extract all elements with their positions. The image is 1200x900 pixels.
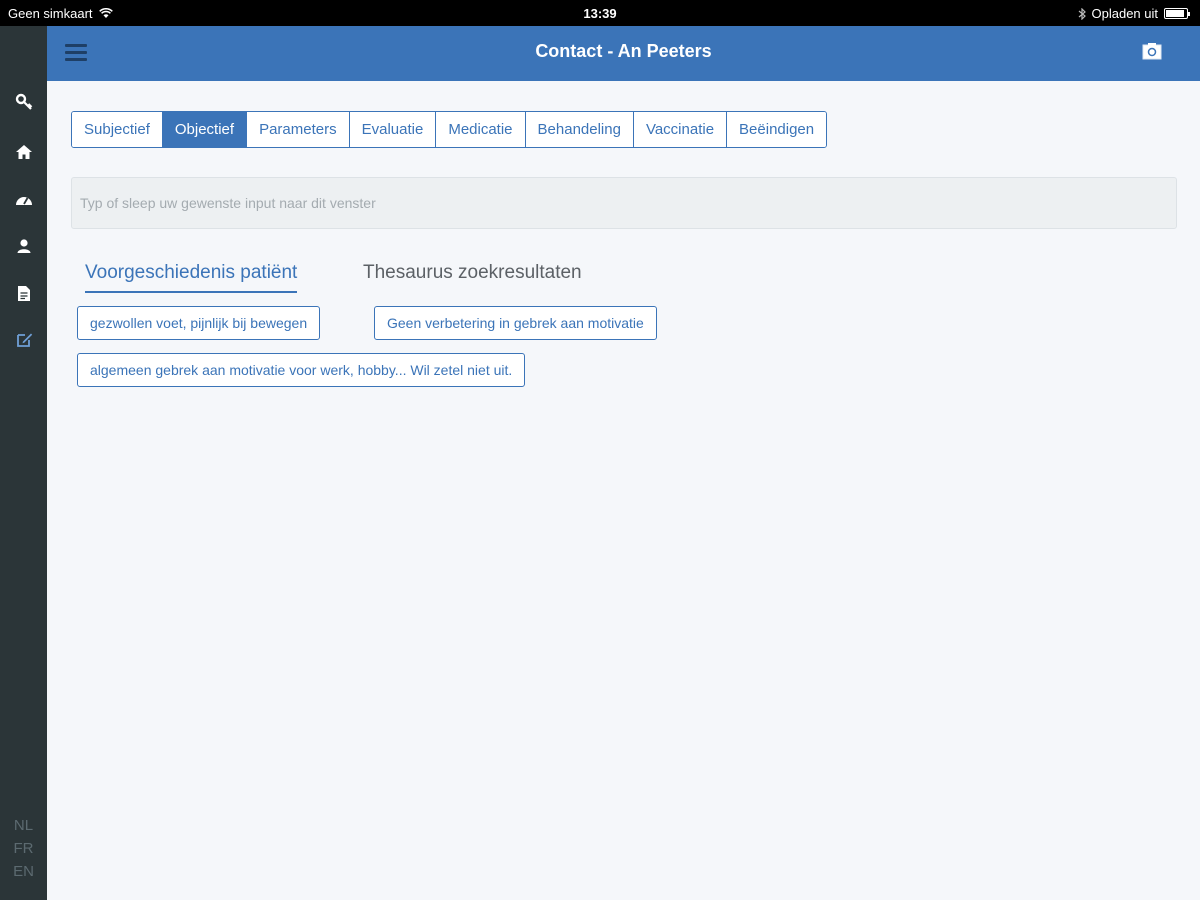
status-right: Opladen uit: [1078, 6, 1190, 21]
lang-fr[interactable]: FR: [0, 840, 47, 857]
tab-objectief[interactable]: Objectief: [162, 112, 248, 147]
status-time: 13:39: [583, 6, 617, 21]
sidebar: NL FR EN: [0, 26, 47, 900]
edit-icon[interactable]: [14, 329, 34, 349]
history-chip[interactable]: gezwollen voet, pijnlijk bij bewegen: [77, 306, 321, 340]
tab-parameters[interactable]: Parameters: [247, 112, 350, 147]
battery-icon: [1164, 8, 1190, 19]
page-title: Contact - An Peeters: [535, 41, 712, 61]
subtab-thesaurus[interactable]: Thesaurus zoekresultaten: [363, 262, 582, 284]
drop-input-field[interactable]: [71, 177, 1177, 229]
battery-fill: [1166, 10, 1184, 17]
tab-evaluatie[interactable]: Evaluatie: [349, 112, 437, 147]
charging-text: Opladen uit: [1091, 6, 1159, 21]
key-icon[interactable]: [14, 92, 34, 112]
document-icon[interactable]: [14, 283, 34, 303]
tab-medicatie[interactable]: Medicatie: [436, 112, 526, 147]
user-icon[interactable]: [14, 236, 34, 256]
tab-beeindigen[interactable]: Beëindigen: [727, 112, 827, 147]
tab-subjectief[interactable]: Subjectief: [72, 112, 163, 147]
tab-behandeling[interactable]: Behandeling: [525, 112, 634, 147]
dashboard-icon[interactable]: [14, 190, 34, 210]
section-tabs: Subjectief Objectief Parameters Evaluati…: [71, 111, 828, 148]
lang-en[interactable]: EN: [0, 863, 47, 880]
tab-vaccinatie[interactable]: Vaccinatie: [633, 112, 728, 147]
header-bar: Contact - An Peeters: [47, 26, 1200, 81]
bluetooth-icon: [1078, 7, 1086, 20]
lang-nl[interactable]: NL: [0, 817, 47, 834]
history-chip[interactable]: algemeen gebrek aan motivatie voor werk,…: [77, 353, 526, 387]
history-chip[interactable]: Geen verbetering in gebrek aan motivatie: [374, 306, 657, 340]
subtab-history[interactable]: Voorgeschiedenis patiënt: [85, 262, 298, 293]
home-icon[interactable]: [14, 142, 34, 162]
status-bar: Geen simkaart 13:39 Opladen uit: [0, 0, 1200, 26]
screenshot-icon[interactable]: [1142, 42, 1162, 60]
